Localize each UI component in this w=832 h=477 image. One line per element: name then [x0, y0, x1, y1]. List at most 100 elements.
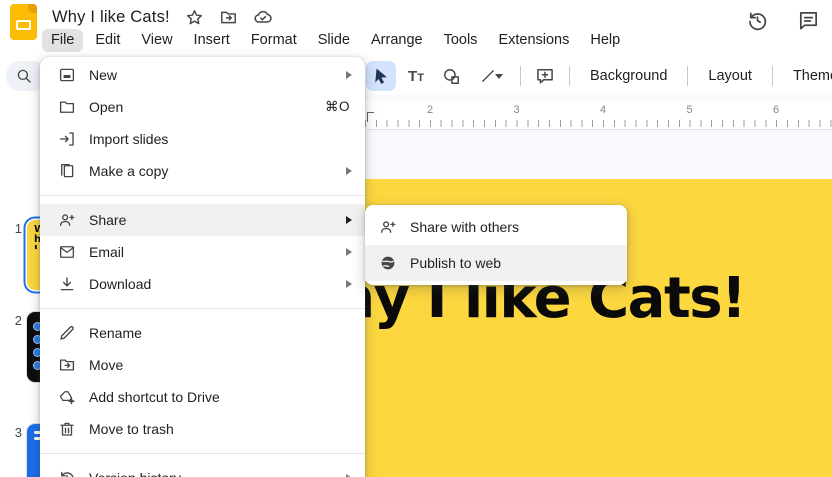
menu-file[interactable]: File: [42, 29, 83, 52]
menu-item-label: Move to trash: [89, 421, 174, 437]
logo-fold: [28, 4, 37, 13]
drive-shortcut-icon: [58, 388, 76, 406]
menu-item-label: Make a copy: [89, 163, 168, 179]
menu-help[interactable]: Help: [581, 29, 629, 52]
version-history-icon[interactable]: [746, 9, 769, 37]
shape-tool[interactable]: [436, 61, 466, 91]
menu-item-label: Share: [89, 212, 126, 228]
ruler-label: 4: [600, 104, 606, 116]
menu-item-label: Email: [89, 244, 124, 260]
ruler-ticks: [365, 120, 832, 127]
cursor-icon: [372, 67, 390, 85]
search-icon: [15, 67, 33, 85]
add-comment-icon: [535, 66, 555, 86]
chevron-down-icon: [495, 74, 503, 79]
menu-item-label: Add shortcut to Drive: [89, 389, 220, 405]
line-tool[interactable]: [471, 61, 511, 91]
person-add-icon: [379, 218, 397, 236]
layout-button[interactable]: Layout: [697, 64, 763, 88]
email-icon: [58, 243, 76, 261]
text-box-tool[interactable]: TT: [401, 61, 431, 91]
topbar: Why I like Cats! File Edit View Insert F…: [0, 0, 832, 56]
submenu-arrow-icon: [346, 71, 352, 79]
trash-icon: [58, 420, 76, 438]
slide-number: 2: [6, 313, 22, 328]
menu-item-label: Open: [89, 99, 123, 115]
menu-item-rename[interactable]: Rename: [40, 317, 365, 349]
ruler-label: 2: [427, 104, 433, 116]
menu-insert[interactable]: Insert: [185, 29, 239, 52]
menu-item-move[interactable]: Move: [40, 349, 365, 381]
menu-item-make-a-copy[interactable]: Make a copy: [40, 155, 365, 187]
menu-tools[interactable]: Tools: [435, 29, 487, 52]
text-icon: TT: [408, 68, 424, 85]
toolbar-divider: [687, 66, 688, 86]
import-slides-icon: [58, 130, 76, 148]
menu-item-email[interactable]: Email: [40, 236, 365, 268]
menu-item-new[interactable]: New: [40, 59, 365, 91]
submenu-item-label: Share with others: [410, 219, 519, 235]
ruler-label: 3: [513, 104, 519, 116]
document-status-cloud-icon[interactable]: [253, 7, 273, 27]
submenu-arrow-icon: [346, 248, 352, 256]
shape-icon: [442, 67, 461, 86]
ruler-margin-marker: [367, 112, 374, 122]
menu-item-label: Download: [89, 276, 151, 292]
select-tool[interactable]: [366, 61, 396, 91]
menu-item-open[interactable]: Open ⌘O: [40, 91, 365, 123]
share-submenu: Share with others Publish to web: [365, 205, 627, 285]
menu-arrange[interactable]: Arrange: [362, 29, 432, 52]
menu-edit[interactable]: Edit: [86, 29, 129, 52]
submenu-arrow-icon: [346, 216, 352, 224]
background-button[interactable]: Background: [579, 64, 678, 88]
submenu-item-label: Publish to web: [410, 255, 501, 271]
toolbar-divider: [772, 66, 773, 86]
menu-extensions[interactable]: Extensions: [489, 29, 578, 52]
insert-comment-tool[interactable]: [530, 61, 560, 91]
move-document-icon[interactable]: [219, 8, 238, 27]
menu-item-import-slides[interactable]: Import slides: [40, 123, 365, 155]
submenu-item-publish-to-web[interactable]: Publish to web: [365, 245, 627, 281]
menu-item-add-shortcut-to-drive[interactable]: Add shortcut to Drive: [40, 381, 365, 413]
download-icon: [58, 275, 76, 293]
ruler-label: 6: [773, 104, 779, 116]
menu-item-label: Import slides: [89, 131, 168, 147]
submenu-item-share-with-others[interactable]: Share with others: [365, 209, 627, 245]
new-presentation-icon: [58, 66, 76, 84]
version-history-icon: [58, 469, 76, 477]
menu-item-label: Rename: [89, 325, 142, 341]
open-folder-icon: [58, 98, 76, 116]
logo-slot: [16, 20, 31, 30]
menu-item-share[interactable]: Share: [40, 204, 365, 236]
copy-icon: [58, 162, 76, 180]
document-title[interactable]: Why I like Cats!: [52, 8, 170, 27]
ruler-label: 5: [686, 104, 692, 116]
star-icon[interactable]: [185, 8, 204, 27]
comments-icon[interactable]: [797, 9, 820, 37]
submenu-arrow-icon: [346, 280, 352, 288]
menu-divider: [40, 453, 365, 454]
toolbar-divider: [569, 66, 570, 86]
person-add-icon: [58, 211, 76, 229]
menu-view[interactable]: View: [132, 29, 181, 52]
slide-number: 1: [6, 221, 22, 236]
menu-item-version-history[interactable]: Version history: [40, 462, 365, 477]
rename-icon: [58, 324, 76, 342]
globe-icon: [379, 254, 397, 272]
move-folder-icon: [58, 356, 76, 374]
toolbar-divider: [520, 66, 521, 86]
menu-item-label: Move: [89, 357, 123, 373]
menu-divider: [40, 195, 365, 196]
theme-button[interactable]: Theme: [782, 64, 832, 88]
keyboard-shortcut: ⌘O: [325, 99, 350, 115]
slide-number: 3: [6, 425, 22, 440]
menu-format[interactable]: Format: [242, 29, 306, 52]
menu-item-move-to-trash[interactable]: Move to trash: [40, 413, 365, 445]
file-menu: New Open ⌘O Import slides Make a copy Sh…: [40, 57, 365, 477]
menu-item-download[interactable]: Download: [40, 268, 365, 300]
menu-item-label: Version history: [89, 470, 181, 477]
menubar: File Edit View Insert Format Slide Arran…: [42, 29, 629, 52]
slides-logo[interactable]: [10, 4, 37, 40]
menu-slide[interactable]: Slide: [309, 29, 359, 52]
submenu-arrow-icon: [346, 167, 352, 175]
